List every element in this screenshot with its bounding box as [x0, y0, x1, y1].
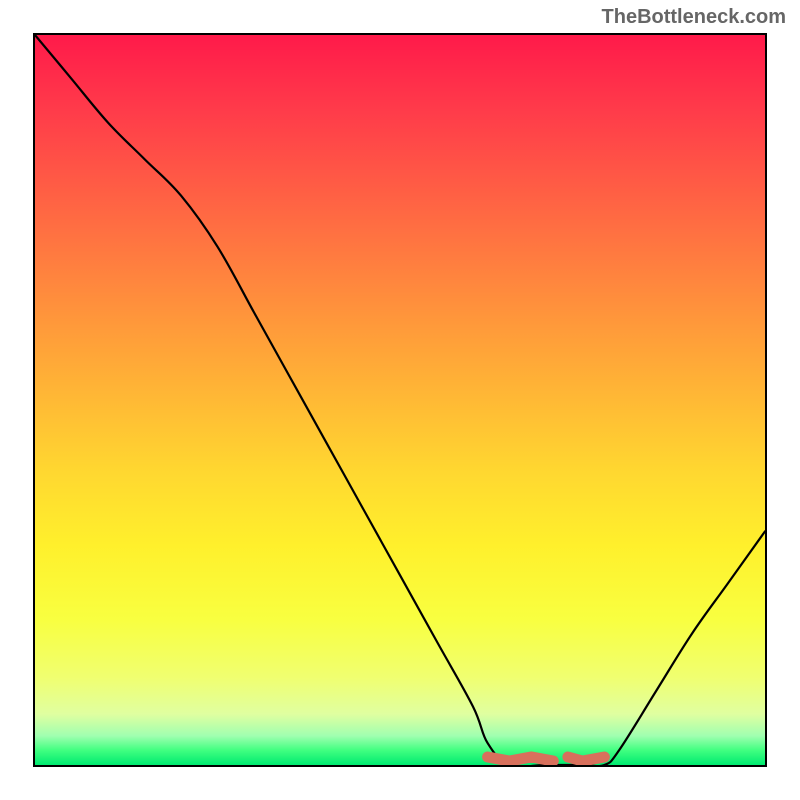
- watermark-text: TheBottleneck.com: [602, 6, 786, 29]
- highlight-segment-path: [488, 757, 605, 761]
- chart-plot-area: [33, 33, 767, 767]
- bottleneck-curve-path: [35, 35, 765, 765]
- chart-svg: [35, 35, 765, 765]
